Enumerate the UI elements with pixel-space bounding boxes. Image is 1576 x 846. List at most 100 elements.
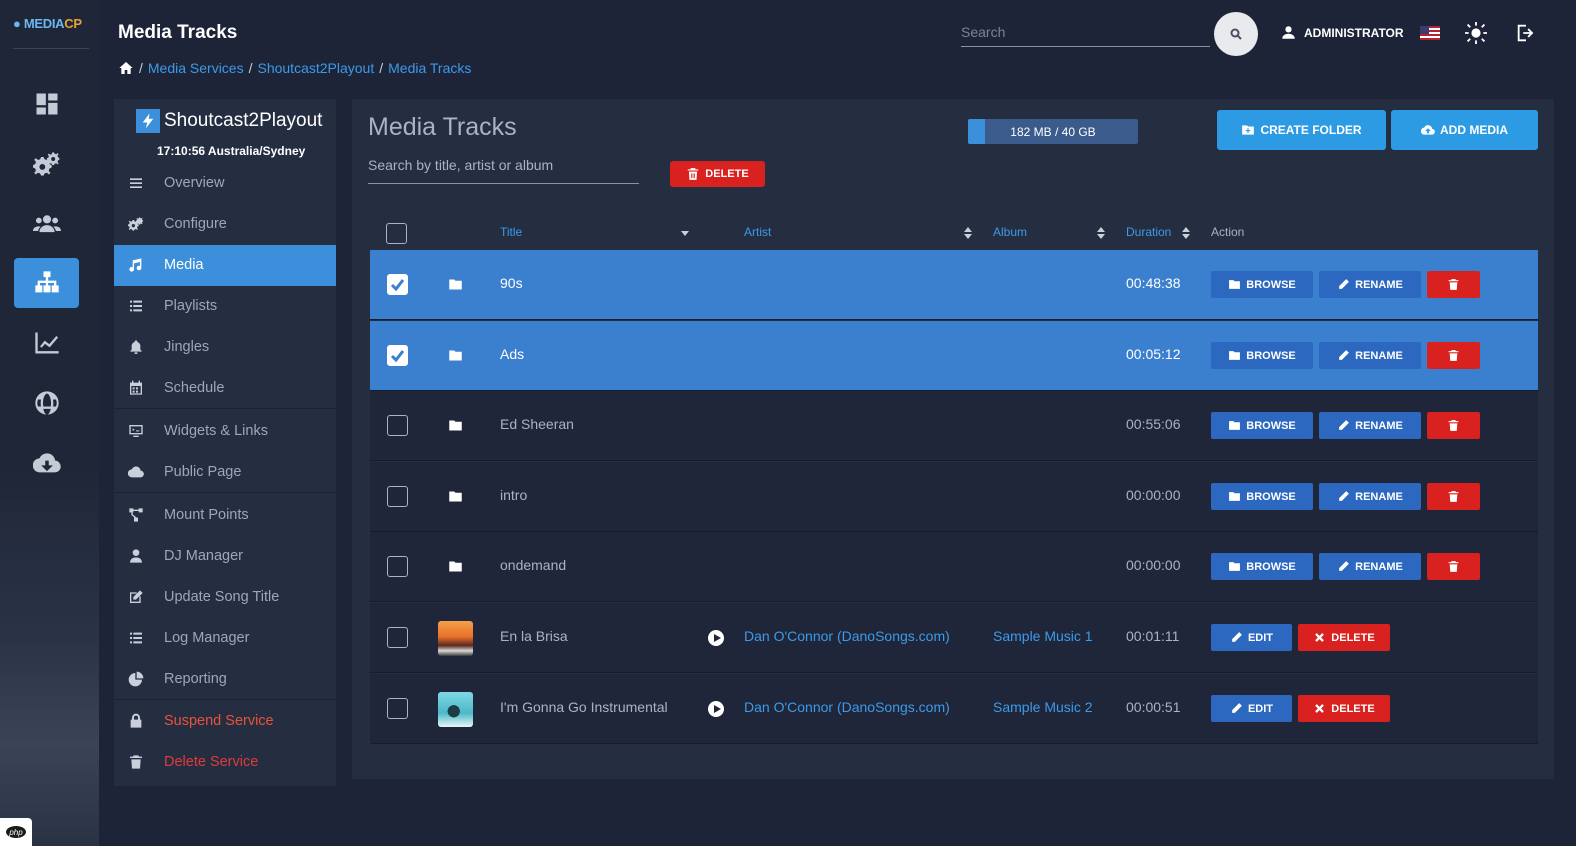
rail-services[interactable] — [14, 258, 79, 308]
row-checkbox[interactable] — [387, 556, 408, 577]
sun-icon — [1465, 22, 1487, 44]
menu-item-mount-points[interactable]: Mount Points — [114, 495, 336, 536]
track-filter — [368, 157, 639, 184]
edit-button[interactable]: EDIT — [1211, 624, 1292, 651]
table-row[interactable]: 90s 00:48:38 BROWSE RENAME — [370, 250, 1538, 320]
user-menu[interactable]: ADMINISTRATOR — [1281, 25, 1404, 40]
row-artist[interactable]: Dan O'Connor (DanoSongs.com) — [744, 699, 950, 715]
row-checkbox[interactable] — [387, 415, 408, 436]
breadcrumb-current[interactable]: Media Tracks — [388, 60, 471, 76]
menu-item-playlists[interactable]: Playlists — [114, 286, 336, 327]
sort-desc-icon[interactable] — [681, 228, 689, 240]
search-icon — [1230, 28, 1242, 40]
table-row[interactable]: ondemand 00:00:00 BROWSE RENAME — [370, 532, 1538, 602]
rename-button[interactable]: RENAME — [1319, 483, 1421, 510]
browse-button[interactable]: BROWSE — [1211, 271, 1313, 298]
row-album[interactable]: Sample Music 1 — [993, 628, 1093, 644]
delete-button[interactable]: DELETE — [1298, 695, 1390, 722]
rail-globe[interactable] — [14, 378, 79, 428]
logout-button[interactable] — [1515, 22, 1537, 44]
service-header: Shoutcast2Playout — [136, 109, 322, 133]
menu-item-dj-manager[interactable]: DJ Manager — [114, 536, 336, 577]
create-folder-button[interactable]: CREATE FOLDER — [1217, 110, 1386, 150]
menu-item-jingles[interactable]: Jingles — [114, 327, 336, 368]
us-flag-icon[interactable] — [1420, 26, 1440, 40]
theme-toggle[interactable] — [1465, 22, 1487, 44]
search-button[interactable] — [1214, 12, 1258, 56]
bulk-delete-button[interactable]: DELETE — [670, 161, 765, 187]
browse-button[interactable]: BROWSE — [1211, 553, 1313, 580]
row-checkbox[interactable] — [387, 345, 408, 366]
row-artist[interactable]: Dan O'Connor (DanoSongs.com) — [744, 628, 950, 644]
rename-button[interactable]: RENAME — [1319, 271, 1421, 298]
row-duration: 00:05:12 — [1126, 346, 1181, 362]
menu-item-update-song[interactable]: Update Song Title — [114, 577, 336, 618]
col-duration[interactable]: Duration — [1126, 225, 1171, 239]
music-icon — [129, 258, 142, 272]
rename-button[interactable]: RENAME — [1319, 342, 1421, 369]
rail-dashboard[interactable] — [14, 79, 79, 129]
col-artist[interactable]: Artist — [744, 225, 771, 239]
select-all-checkbox[interactable] — [386, 223, 407, 244]
sort-icon[interactable] — [964, 227, 972, 239]
row-checkbox[interactable] — [387, 698, 408, 719]
table-row[interactable]: Ads 00:05:12 BROWSE RENAME — [370, 321, 1538, 391]
breadcrumb-service[interactable]: Shoutcast2Playout — [257, 60, 374, 76]
edit-button[interactable]: EDIT — [1211, 695, 1292, 722]
user-name: ADMINISTRATOR — [1304, 25, 1404, 40]
menu-item-media[interactable]: Media — [114, 245, 336, 286]
col-album[interactable]: Album — [993, 225, 1027, 239]
menu-item-public-page[interactable]: Public Page — [114, 452, 336, 493]
rail-settings[interactable] — [14, 139, 79, 189]
browse-button[interactable]: BROWSE — [1211, 483, 1313, 510]
service-panel: Shoutcast2Playout 17:10:56 Australia/Syd… — [114, 99, 336, 786]
php-badge[interactable]: php — [0, 818, 32, 846]
home-icon[interactable] — [118, 60, 134, 76]
search-input[interactable] — [961, 24, 1210, 40]
play-button[interactable] — [708, 701, 724, 717]
delete-button[interactable]: DELETE — [1298, 624, 1390, 651]
col-title[interactable]: Title — [500, 225, 522, 239]
menu-item-configure[interactable]: Configure — [114, 204, 336, 245]
table-row[interactable]: En la Brisa Dan O'Connor (DanoSongs.com)… — [370, 603, 1538, 673]
pencil-icon — [1232, 703, 1242, 713]
dashboard-icon — [36, 93, 57, 115]
add-media-button[interactable]: ADD MEDIA — [1391, 110, 1538, 150]
app-logo[interactable]: ● MEDIACP — [13, 16, 82, 31]
menu-item-overview[interactable]: Overview — [114, 163, 336, 204]
menu-item-log-manager[interactable]: Log Manager — [114, 618, 336, 659]
menu-item-schedule[interactable]: Schedule — [114, 368, 336, 409]
breadcrumb-media-services[interactable]: Media Services — [148, 60, 244, 76]
rail-download[interactable] — [14, 438, 79, 488]
table-row[interactable]: intro 00:00:00 BROWSE RENAME — [370, 462, 1538, 532]
sort-icon[interactable] — [1097, 227, 1105, 239]
rail-users[interactable] — [14, 199, 79, 249]
table-row[interactable]: Ed Sheeran 00:55:06 BROWSE RENAME — [370, 391, 1538, 461]
browse-button[interactable]: BROWSE — [1211, 342, 1313, 369]
row-checkbox[interactable] — [387, 627, 408, 648]
delete-button[interactable] — [1427, 483, 1480, 510]
browse-button[interactable]: BROWSE — [1211, 412, 1313, 439]
table-row[interactable]: I'm Gonna Go Instrumental Dan O'Connor (… — [370, 674, 1538, 744]
track-search-input[interactable] — [368, 157, 639, 173]
sort-icon[interactable] — [1182, 227, 1190, 239]
menu-item-delete[interactable]: Delete Service — [114, 742, 336, 783]
menu-item-reporting[interactable]: Reporting — [114, 659, 336, 700]
rename-button[interactable]: RENAME — [1319, 412, 1421, 439]
delete-button[interactable] — [1427, 553, 1480, 580]
delete-button[interactable] — [1427, 412, 1480, 439]
menu-item-suspend[interactable]: Suspend Service — [114, 701, 336, 742]
rail-stats[interactable] — [14, 318, 79, 368]
rename-button[interactable]: RENAME — [1319, 553, 1421, 580]
trash-icon — [1448, 561, 1459, 572]
delete-button[interactable] — [1427, 342, 1480, 369]
row-duration: 00:01:11 — [1126, 628, 1180, 644]
row-album[interactable]: Sample Music 2 — [993, 699, 1093, 715]
row-checkbox[interactable] — [387, 274, 408, 295]
breadcrumb-separator: / — [248, 60, 253, 76]
play-icon — [713, 634, 721, 642]
menu-item-widgets[interactable]: Widgets & Links — [114, 411, 336, 452]
play-button[interactable] — [708, 630, 724, 646]
row-checkbox[interactable] — [387, 486, 408, 507]
delete-button[interactable] — [1427, 271, 1480, 298]
